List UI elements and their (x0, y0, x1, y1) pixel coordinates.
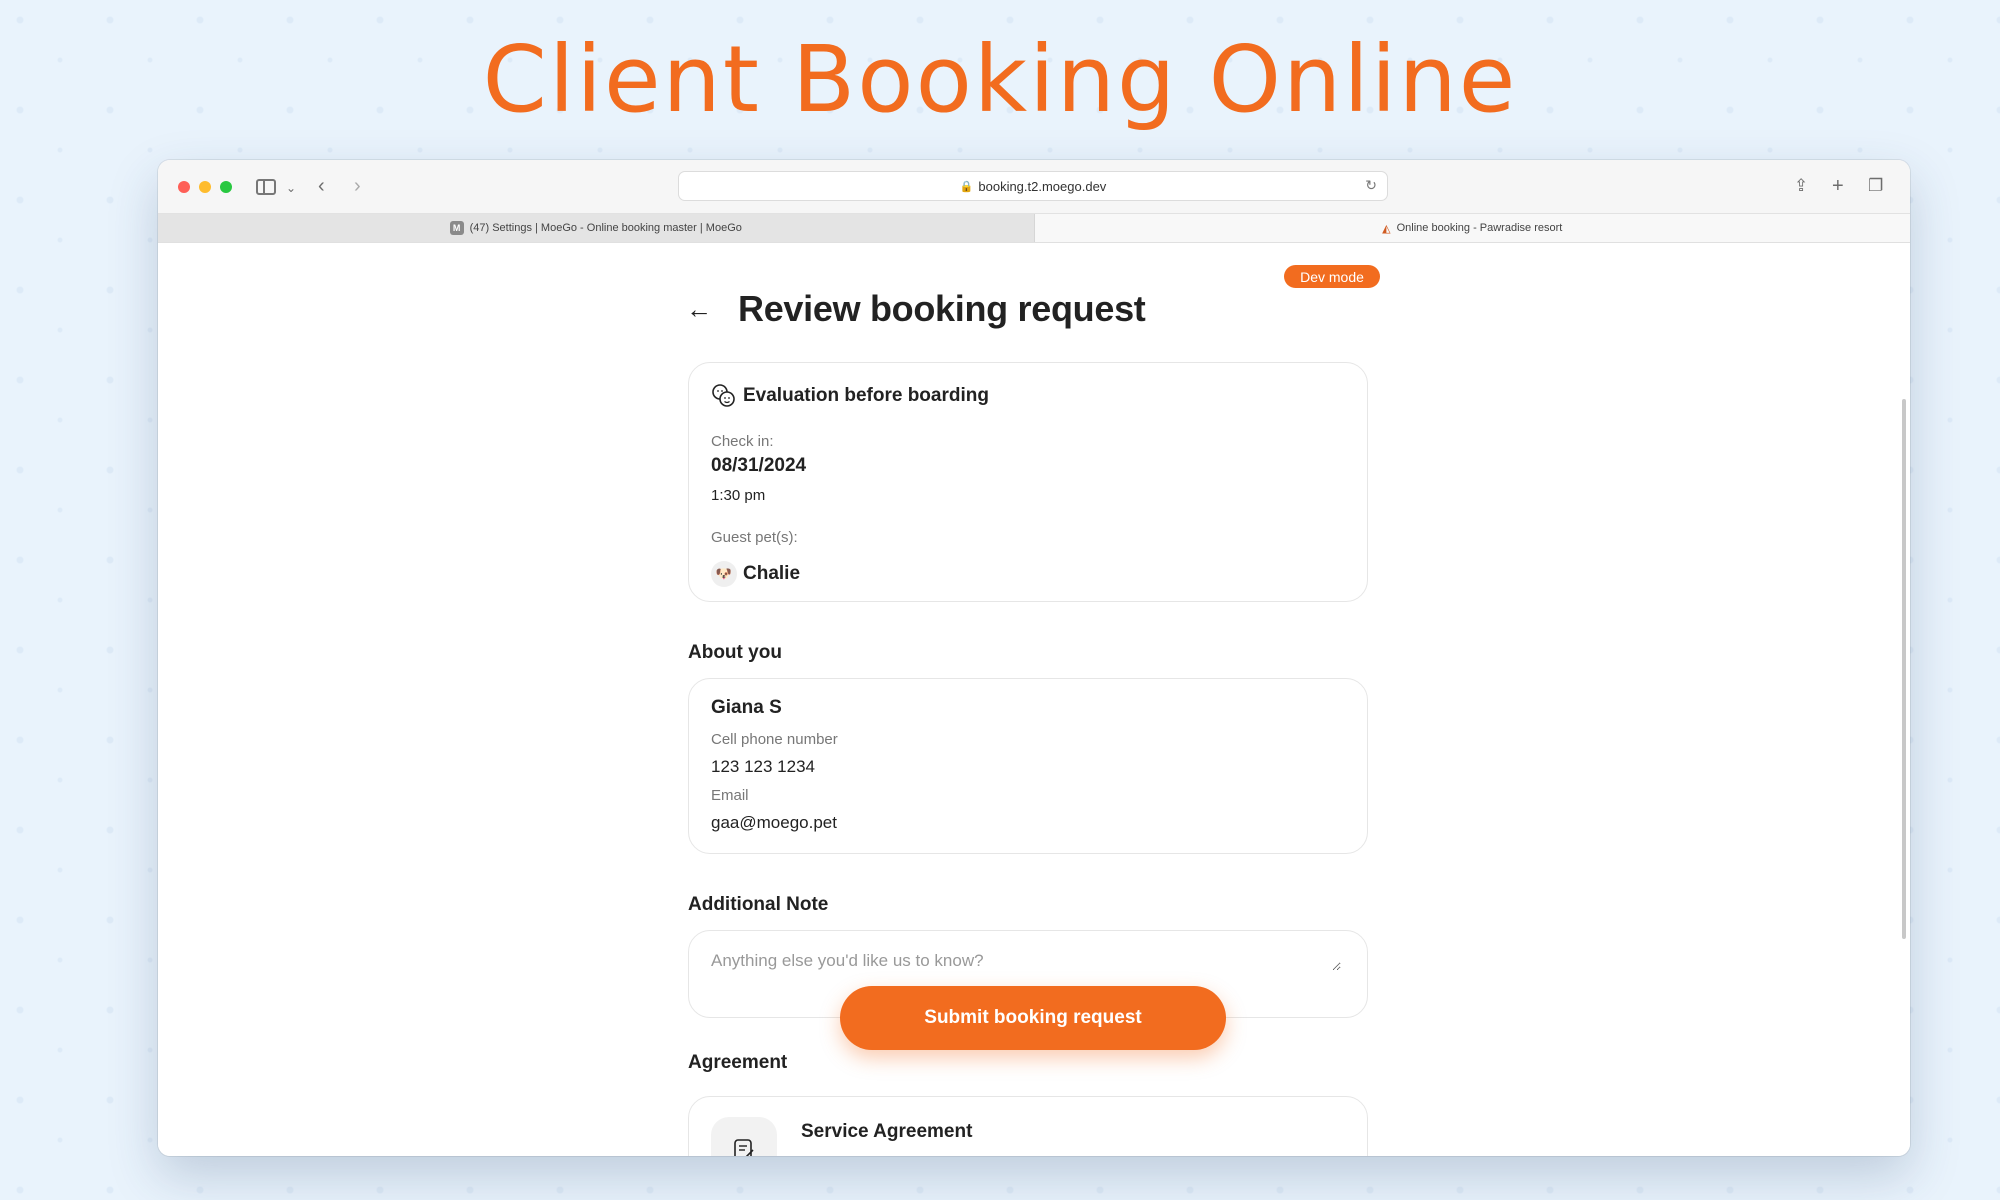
chevron-down-icon[interactable]: ⌄ (286, 176, 296, 200)
evaluation-faces-icon (712, 384, 735, 407)
page-header: ← Review booking request (686, 288, 1146, 330)
pet-row: 🐶 Chalie (711, 561, 800, 587)
tab-bar: M (47) Settings | MoeGo - Online booking… (158, 214, 1910, 243)
service-title: Evaluation before boarding (743, 385, 989, 406)
window-controls (178, 181, 232, 193)
scrollbar[interactable] (1902, 399, 1906, 939)
submit-booking-button[interactable]: Submit booking request (840, 986, 1226, 1050)
agreement-title: Service Agreement (801, 1121, 973, 1142)
additional-note-input[interactable] (711, 951, 1341, 971)
tab-online-booking[interactable]: ◭ Online booking - Pawradise resort (1034, 214, 1910, 242)
back-arrow-icon[interactable]: ← (686, 294, 716, 325)
forward-nav-icon[interactable]: › (354, 174, 361, 198)
email-value: gaa@moego.pet (711, 813, 837, 832)
resort-favicon-icon: ◭ (1382, 222, 1391, 235)
pet-name: Chalie (743, 563, 801, 584)
tab-settings[interactable]: M (47) Settings | MoeGo - Online booking… (158, 214, 1035, 242)
page-content: Dev mode ← Review booking request Evalua… (158, 244, 1910, 1156)
browser-window: ⌄ ‹ › 🔒 booking.t2.moego.dev ↻ ⇪ + ❐ M (… (158, 160, 1910, 1156)
tab-overview-icon[interactable]: ❐ (1868, 174, 1883, 198)
guest-pets-label: Guest pet(s): (711, 529, 798, 546)
agreement-heading: Agreement (688, 1052, 788, 1073)
document-sign-icon (711, 1117, 777, 1156)
checkin-time: 1:30 pm (711, 487, 766, 504)
headline: Client Booking Online (482, 26, 1518, 133)
share-icon[interactable]: ⇪ (1794, 174, 1808, 198)
tab-label: Online booking - Pawradise resort (1396, 222, 1563, 234)
service-card: Evaluation before boarding Check in: 08/… (688, 362, 1368, 602)
page-title: Review booking request (738, 288, 1146, 329)
browser-toolbar: ⌄ ‹ › 🔒 booking.t2.moego.dev ↻ ⇪ + ❐ (158, 160, 1910, 214)
dev-mode-badge: Dev mode (1284, 265, 1380, 288)
dog-avatar-icon: 🐶 (711, 561, 737, 587)
url-text: booking.t2.moego.dev (978, 178, 1107, 194)
about-heading: About you (688, 642, 782, 663)
checkin-date: 08/31/2024 (711, 455, 807, 476)
about-card: Giana S Cell phone number 123 123 1234 E… (688, 678, 1368, 854)
minimize-window-button[interactable] (199, 181, 211, 193)
back-nav-icon[interactable]: ‹ (318, 174, 325, 198)
phone-label: Cell phone number (711, 731, 838, 748)
checkin-label: Check in: (711, 433, 774, 450)
client-name: Giana S (711, 697, 782, 718)
phone-value: 123 123 1234 (711, 757, 815, 776)
close-window-button[interactable] (178, 181, 190, 193)
moego-favicon-icon: M (449, 221, 464, 235)
lock-icon: 🔒 (959, 180, 974, 193)
sidebar-toggle-icon[interactable] (256, 179, 276, 195)
new-tab-icon[interactable]: + (1832, 174, 1844, 198)
address-bar[interactable]: 🔒 booking.t2.moego.dev ↻ (678, 171, 1388, 201)
zoom-window-button[interactable] (220, 181, 232, 193)
service-row: Evaluation before boarding (711, 383, 989, 409)
tab-label: (47) Settings | MoeGo - Online booking m… (469, 222, 742, 234)
note-heading: Additional Note (688, 894, 829, 915)
email-label: Email (711, 787, 749, 804)
reload-icon[interactable]: ↻ (1365, 177, 1377, 194)
agreement-card[interactable]: Service Agreement (688, 1096, 1368, 1156)
